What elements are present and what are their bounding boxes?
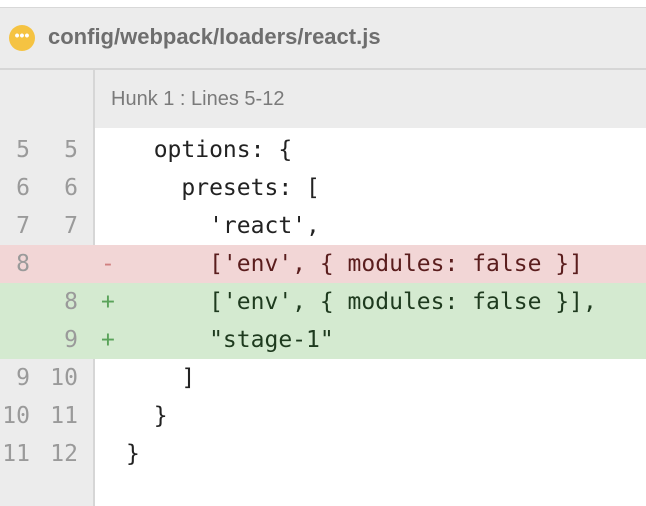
diff-line-add[interactable]: 9 + "stage-1" (0, 321, 646, 359)
code-text: presets: [ (126, 175, 320, 201)
hunk-title: Hunk 1 : Lines 5-12 (111, 88, 285, 110)
hunk-header: Hunk 1 : Lines 5-12 (95, 70, 646, 128)
code-text: ['env', { modules: false }] (126, 251, 583, 277)
new-line-number: 10 (50, 365, 78, 391)
new-line-number: 5 (64, 137, 78, 163)
diff-marker: - (101, 251, 115, 277)
diff-line-context[interactable]: 11 12} (0, 435, 646, 473)
diff-line-context[interactable]: 9 10 ] (0, 359, 646, 397)
diff-line-context[interactable]: 6 6 presets: [ (0, 169, 646, 207)
code-text: } (126, 441, 140, 467)
code-text: ['env', { modules: false }], (126, 289, 597, 315)
diff-line-context[interactable]: 5 5 options: { (0, 131, 646, 169)
new-line-number: 7 (64, 213, 78, 239)
old-line-number: 5 (16, 137, 30, 163)
code-text: ] (126, 365, 196, 391)
code-text: } (126, 403, 168, 429)
diff-line-add[interactable]: 8 + ['env', { modules: false }], (0, 283, 646, 321)
new-line-number: 9 (64, 327, 78, 353)
diff-lines: 55 options: {6 6 presets: [7 7 'react', 8- … (0, 131, 646, 473)
file-header[interactable]: ••• config/webpack/loaders/react.js (0, 8, 646, 70)
old-line-number: 8 (16, 251, 30, 277)
diff-line-del[interactable]: 8 - ['env', { modules: false }] (0, 245, 646, 283)
code-text: 'react', (126, 213, 320, 239)
new-line-number: 6 (64, 175, 78, 201)
new-line-number: 11 (50, 403, 78, 429)
old-line-number: 6 (16, 175, 30, 201)
old-line-number: 10 (2, 403, 30, 429)
diff-marker: + (101, 289, 115, 315)
diff-line-context[interactable]: 7 7 'react', (0, 207, 646, 245)
top-spacer (0, 0, 646, 8)
diff-marker: + (101, 327, 115, 353)
code-text: options: { (126, 137, 293, 163)
old-line-number: 11 (2, 441, 30, 467)
old-line-number: 7 (16, 213, 30, 239)
ellipsis-icon[interactable]: ••• (9, 25, 35, 51)
code-text: "stage-1" (126, 327, 334, 353)
new-line-number: 8 (64, 289, 78, 315)
new-line-number: 12 (50, 441, 78, 467)
diff-line-context[interactable]: 10 11 } (0, 397, 646, 435)
file-path: config/webpack/loaders/react.js (48, 24, 381, 49)
old-line-number: 9 (16, 365, 30, 391)
